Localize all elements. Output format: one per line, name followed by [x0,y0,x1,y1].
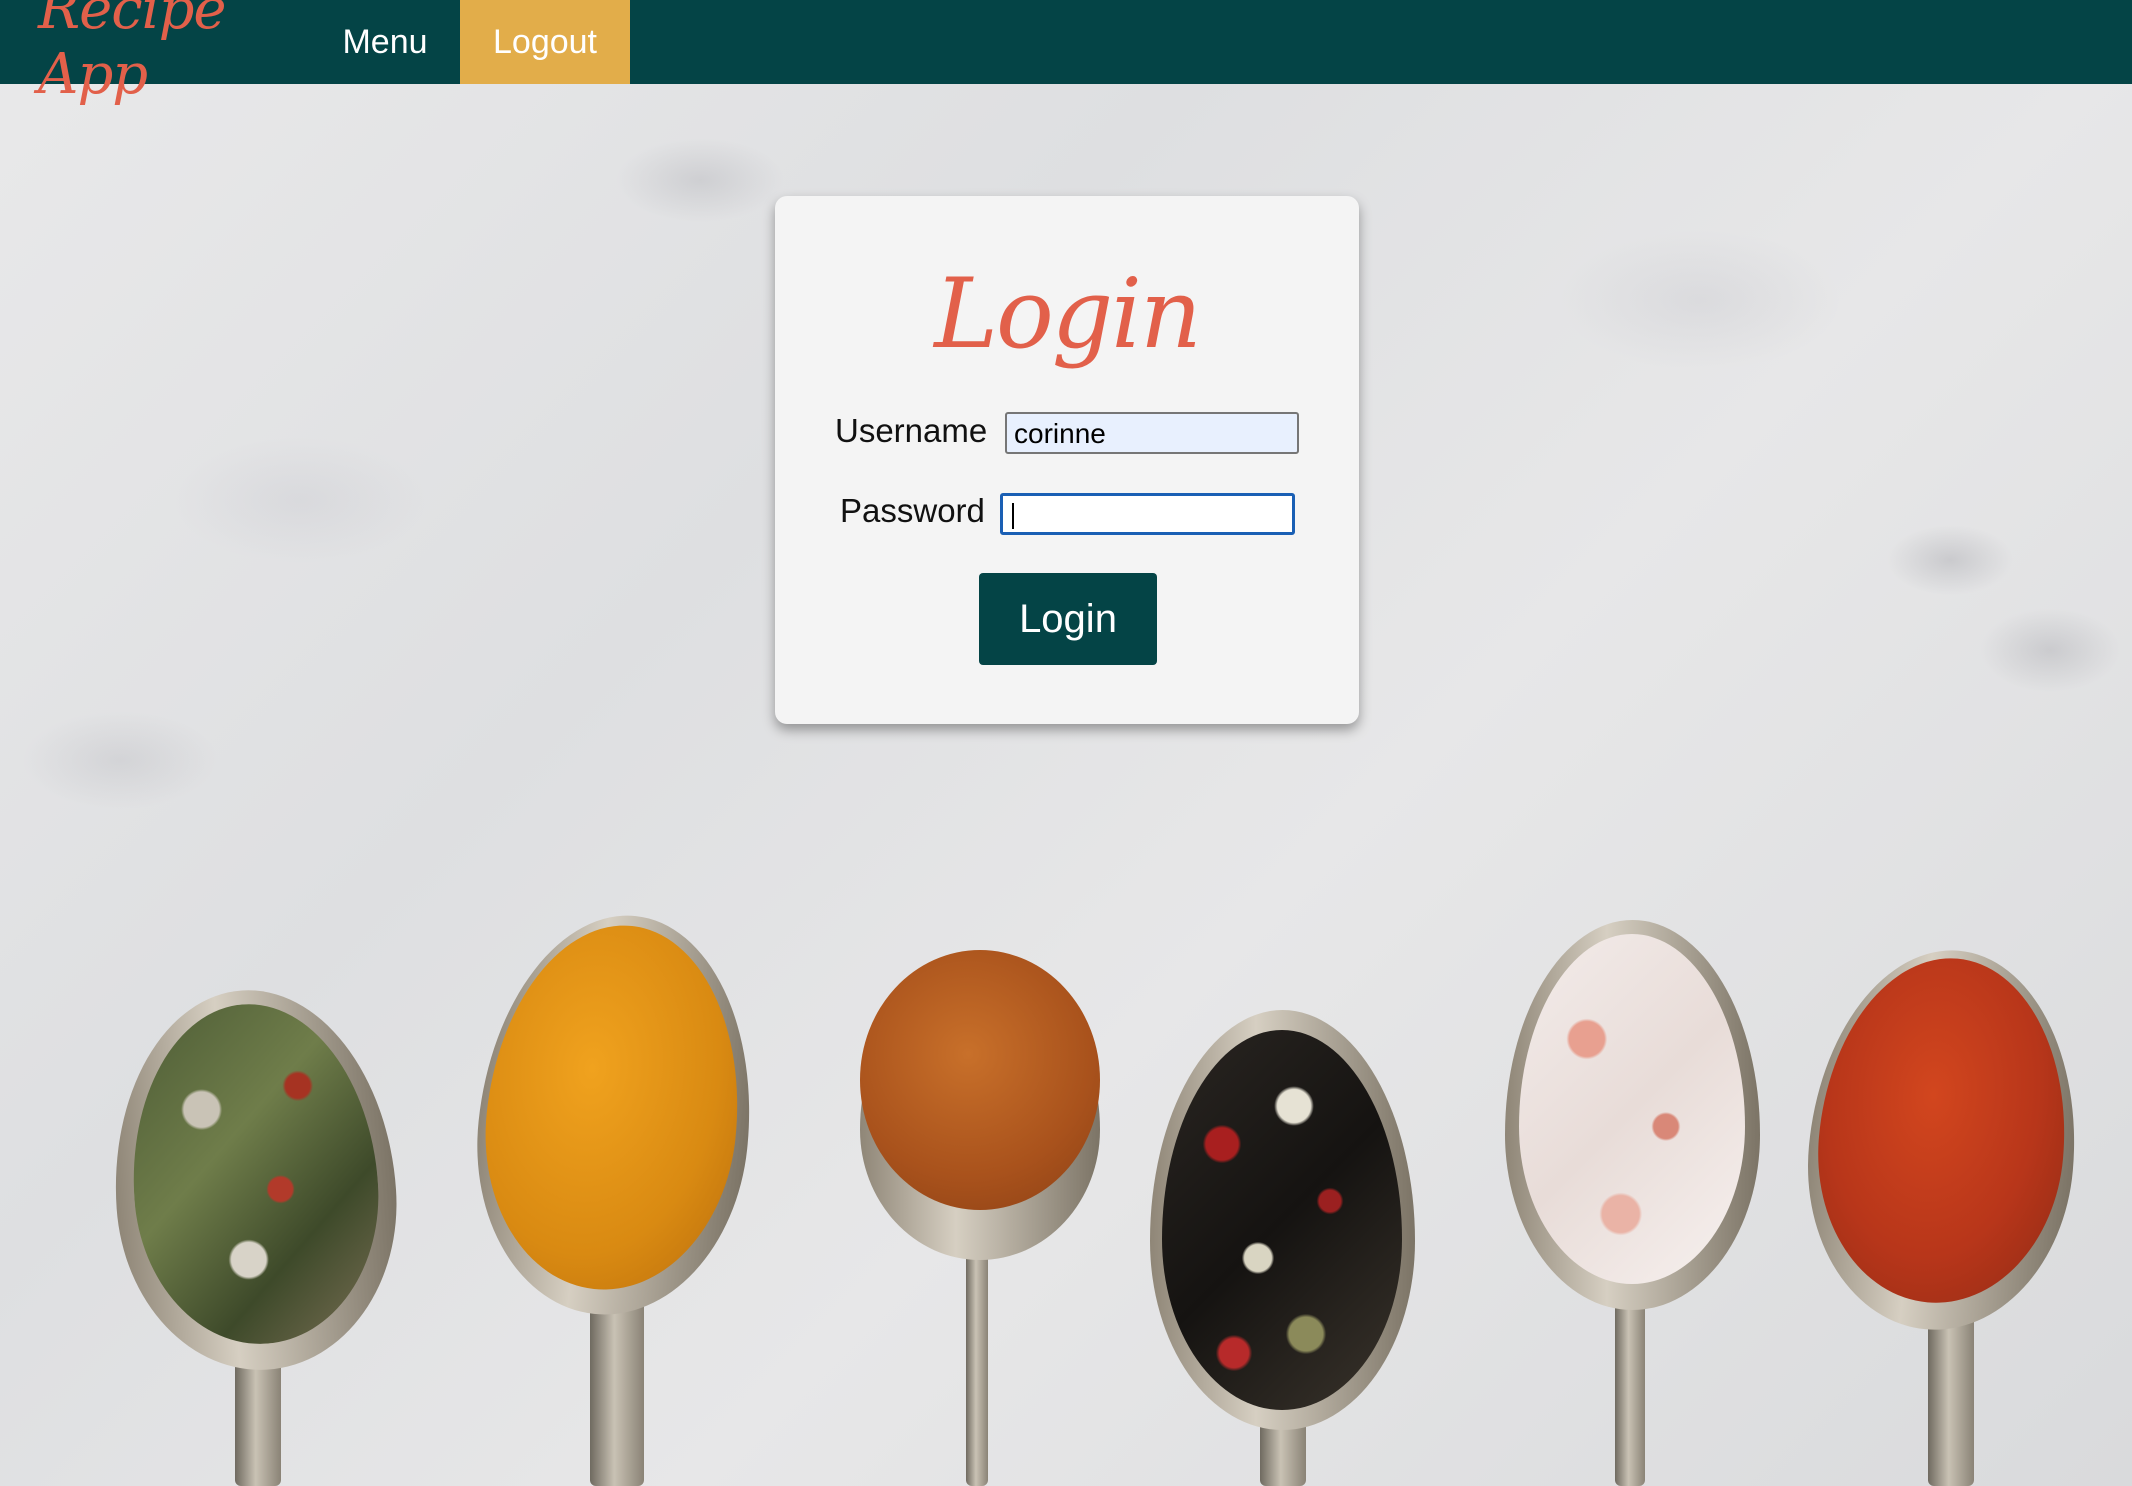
username-field[interactable]: corinne [1005,412,1299,454]
spoon-herbs [102,980,408,1486]
spoon-pink-salt [1505,920,1765,1486]
login-button[interactable]: Login [979,573,1157,665]
spoon-turmeric [459,901,771,1486]
text-caret [1012,503,1014,529]
username-label: Username [835,412,988,449]
login-card: Login Username corinne Password Login [775,196,1359,724]
password-label: Password [840,492,985,529]
top-navbar: Recipe App Menu Logout [0,0,2132,107]
login-title: Login [934,258,1202,370]
nav-menu-link[interactable]: Menu [310,0,460,84]
spoon-paprika [1793,939,2092,1486]
brand-logo[interactable]: Recipe App [0,0,310,107]
password-field[interactable] [1000,493,1295,535]
spoon-brown-spice [860,950,1100,1486]
nav-logout-link[interactable]: Logout [460,0,630,84]
spoon-peppercorns [1150,1010,1420,1486]
